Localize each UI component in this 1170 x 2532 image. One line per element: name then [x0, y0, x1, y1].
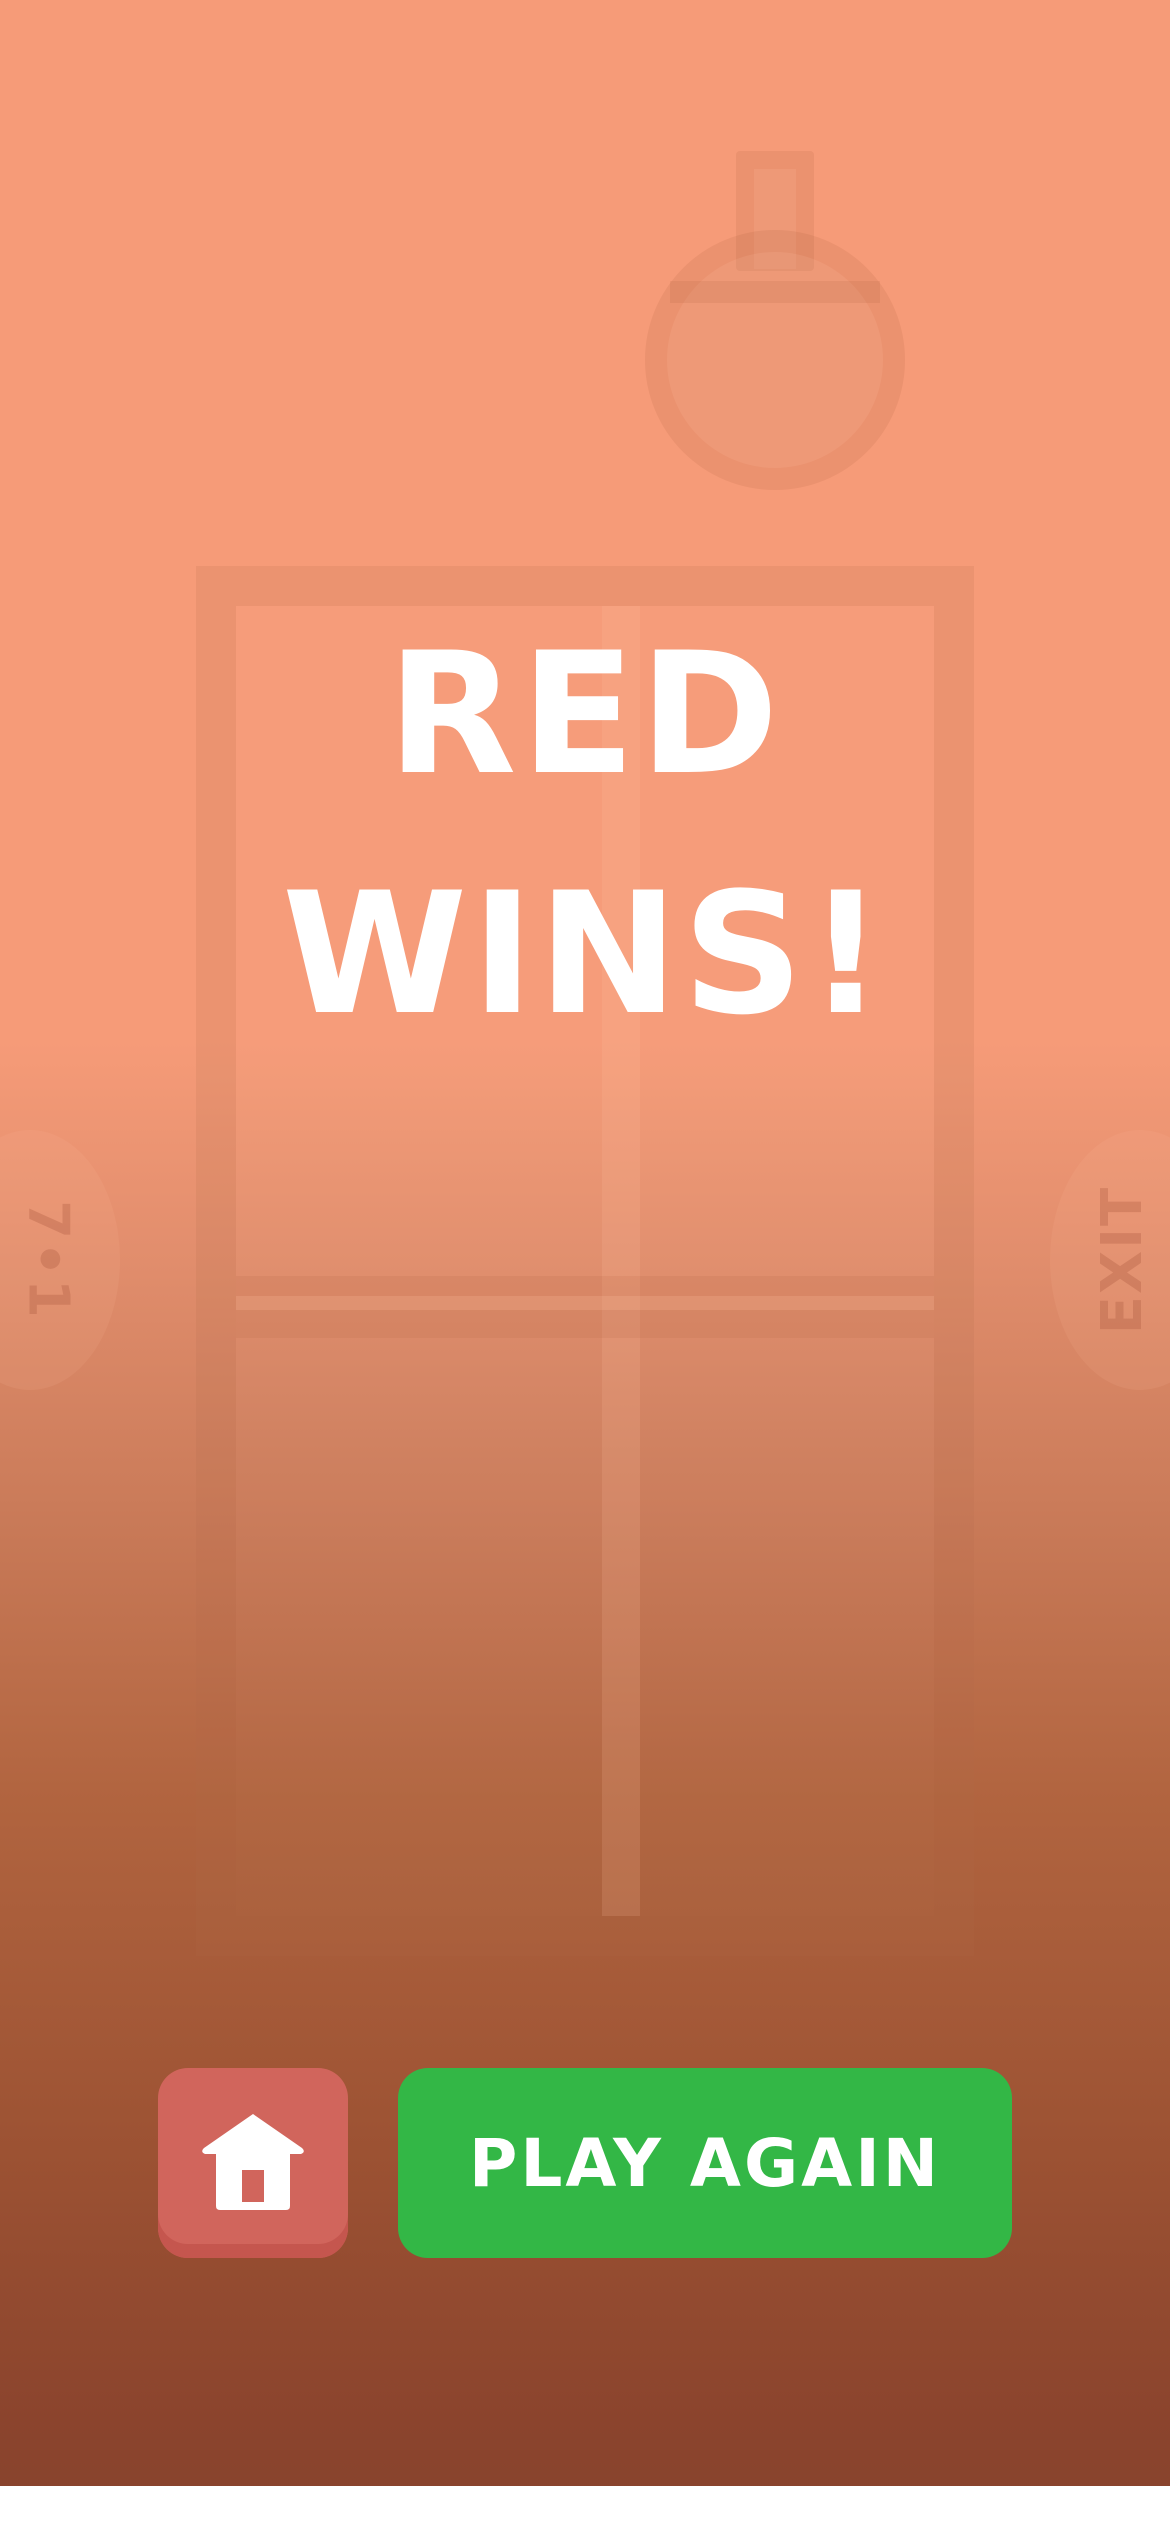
table-net-highlight [236, 1296, 934, 1310]
home-button[interactable] [158, 2068, 348, 2258]
play-again-button[interactable]: PLAY AGAIN [398, 2068, 1012, 2258]
winner-title-line1: RED [387, 616, 783, 812]
game-over-screen: 7•1 EXIT RED WINS! PLAY AGAIN [0, 0, 1170, 2532]
paddle-icon [645, 151, 905, 490]
exit-label: EXIT [1089, 1185, 1155, 1335]
left-side-label: 7•1 [15, 1200, 81, 1320]
winner-title-line2: WINS! [281, 856, 889, 1052]
bottom-strip [0, 2486, 1170, 2532]
home-icon [202, 2114, 304, 2210]
play-again-label: PLAY AGAIN [468, 2124, 942, 2202]
